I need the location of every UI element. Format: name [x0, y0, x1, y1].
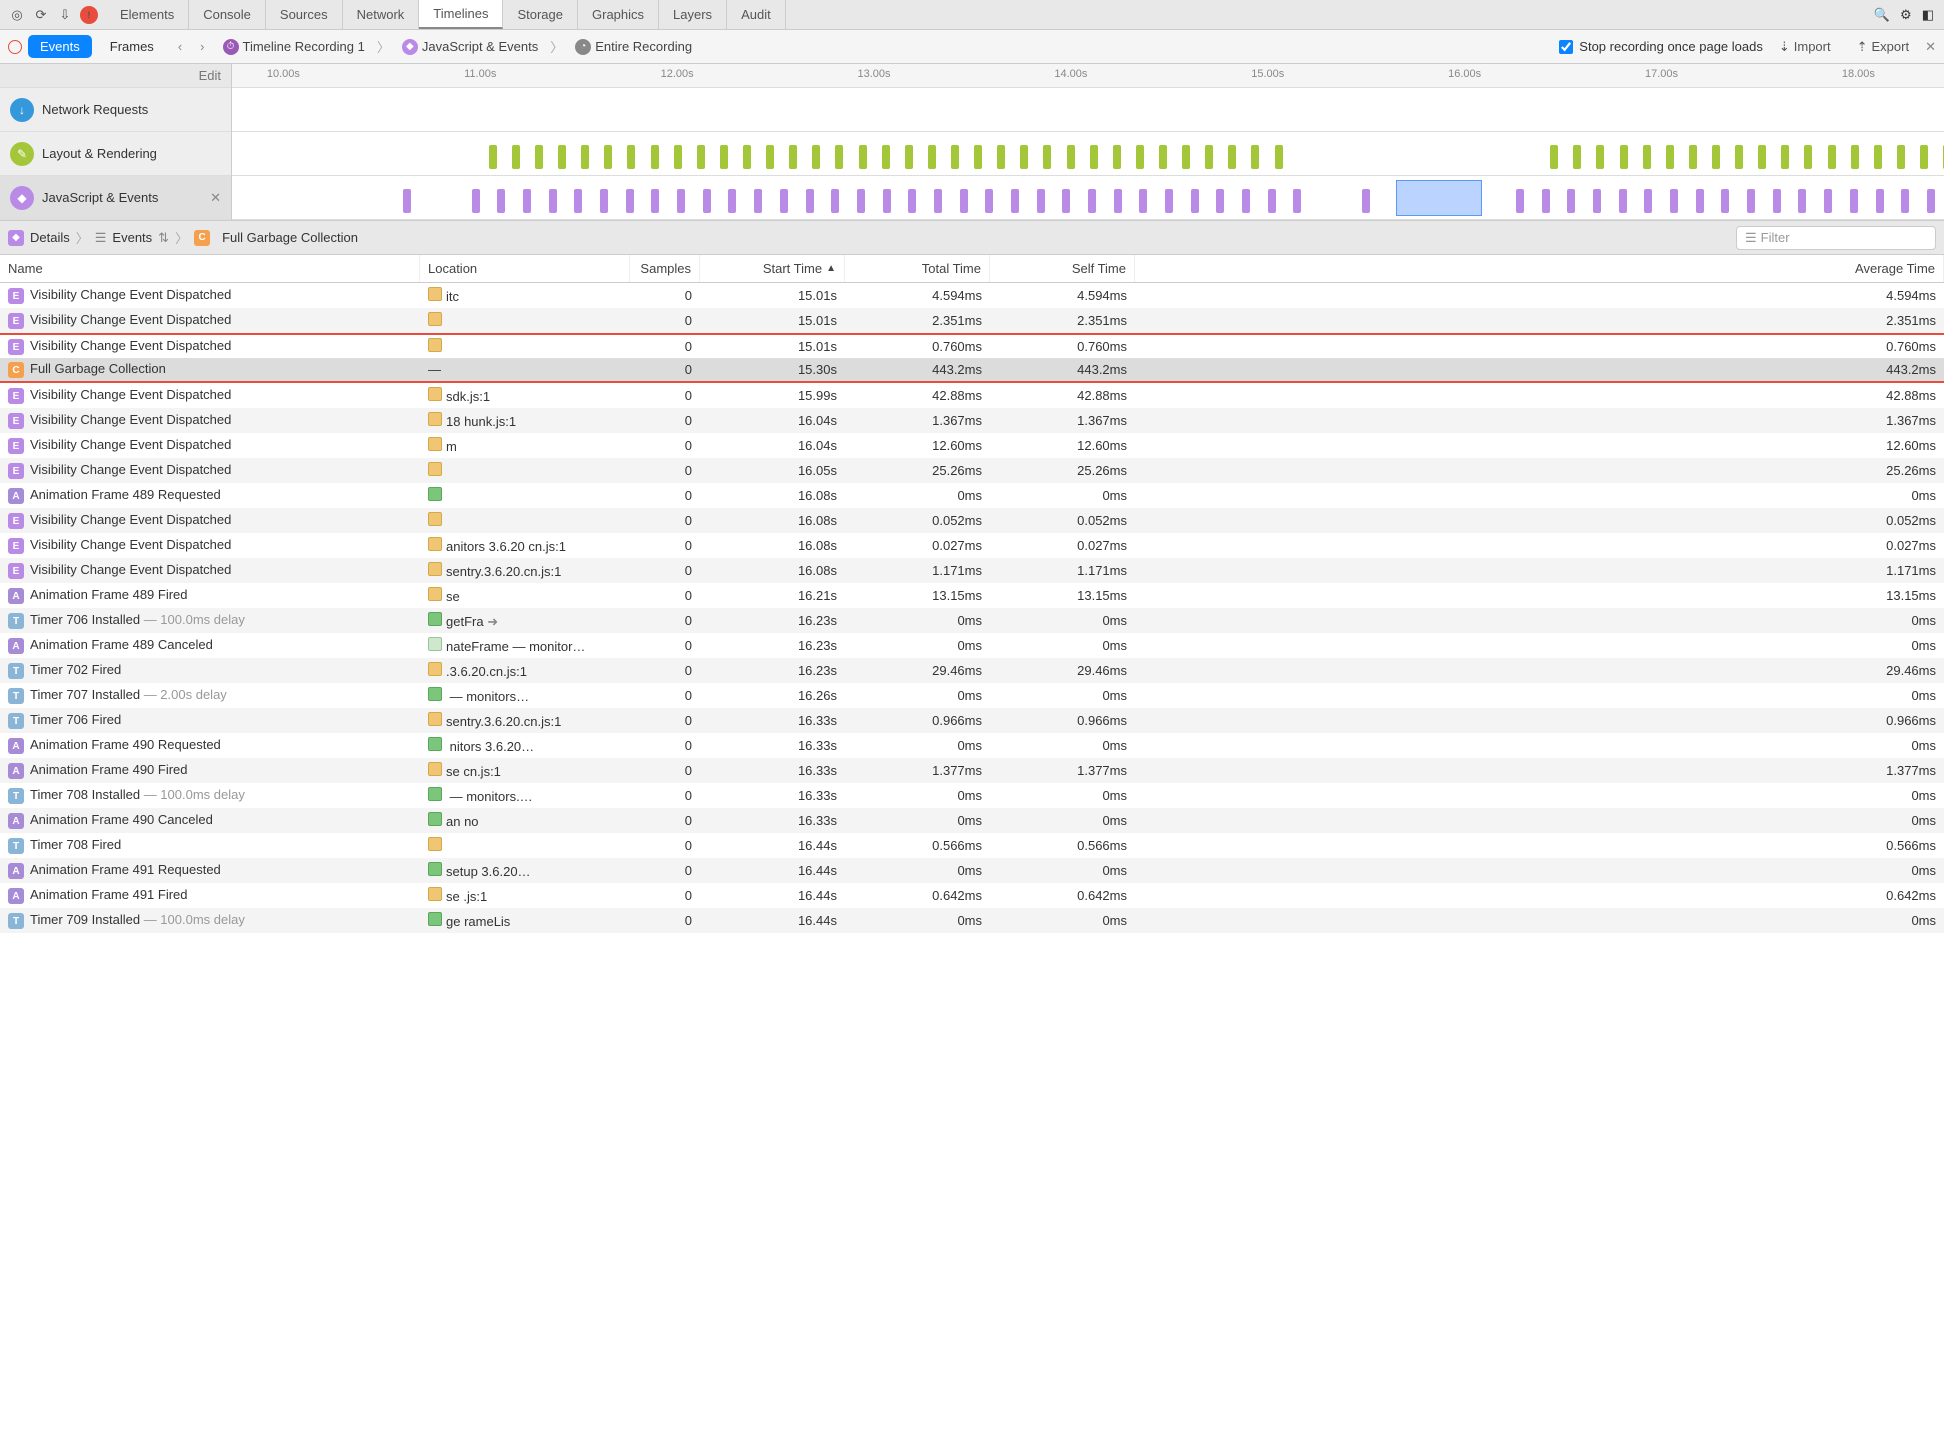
crumb-fgc[interactable]: Full Garbage Collection [222, 230, 358, 245]
table-row[interactable]: AAnimation Frame 489 Requested016.08s0ms… [0, 483, 1944, 508]
table-row[interactable]: EVisibility Change Event Dispatched015.0… [0, 333, 1944, 358]
details-icon: ◆ [8, 230, 24, 246]
tab-audit[interactable]: Audit [727, 0, 786, 29]
table-row[interactable]: EVisibility Change Event Dispatchedm016.… [0, 433, 1944, 458]
time-ruler[interactable]: 10.00s11.00s12.00s13.00s14.00s15.00s16.0… [232, 64, 1944, 88]
table-row[interactable]: EVisibility Change Event Dispatchedsentr… [0, 558, 1944, 583]
tab-timelines[interactable]: Timelines [419, 0, 503, 29]
clock-icon: ◔ [575, 39, 591, 55]
timeline-overview: Edit ↓ Network Requests ✎ Layout & Rende… [0, 64, 1944, 221]
stop-checkbox-input[interactable] [1559, 40, 1573, 54]
reload-icon[interactable]: ⟳ [32, 6, 50, 24]
table-header: Name Location Samples Start Time▲ Total … [0, 255, 1944, 283]
js-icon: ◆ [402, 39, 418, 55]
table-row[interactable]: EVisibility Change Event Dispatched016.0… [0, 508, 1944, 533]
network-canvas[interactable] [232, 88, 1944, 132]
export-button[interactable]: ⇡ Export [1847, 39, 1919, 55]
table-row[interactable]: AAnimation Frame 490 Canceledan no016.33… [0, 808, 1944, 833]
tab-network[interactable]: Network [343, 0, 420, 29]
table-row[interactable]: TTimer 708 Fired016.44s0.566ms0.566ms0.5… [0, 833, 1944, 858]
frames-pill[interactable]: Frames [98, 35, 166, 58]
table-row[interactable]: AAnimation Frame 491 Requestedsetup 3.6.… [0, 858, 1944, 883]
detail-breadcrumb: ◆ Details 〉 ☰ Events ⇅ 〉 C Full Garbage … [0, 221, 1944, 255]
events-table: Name Location Samples Start Time▲ Total … [0, 255, 1944, 1440]
selection-rect[interactable] [1396, 180, 1482, 216]
col-samples[interactable]: Samples [630, 255, 700, 282]
table-row[interactable]: CFull Garbage Collection—015.30s443.2ms4… [0, 358, 1944, 383]
close-panel-icon[interactable]: ✕ [1925, 39, 1936, 55]
table-row[interactable]: EVisibility Change Event Dispatched18 hu… [0, 408, 1944, 433]
col-location[interactable]: Location [420, 255, 630, 282]
record-button[interactable] [8, 40, 22, 54]
events-pill[interactable]: Events [28, 35, 92, 58]
crumb-range[interactable]: ◔ Entire Recording [569, 39, 698, 55]
crumb-events-icon: ☰ [95, 230, 107, 246]
table-row[interactable]: EVisibility Change Event Dispatcheditc01… [0, 283, 1944, 308]
table-row[interactable]: AAnimation Frame 490 Requested nitors 3.… [0, 733, 1944, 758]
inspect-icon[interactable]: ◎ [8, 6, 26, 24]
js-canvas[interactable] [232, 176, 1944, 220]
track-close-icon[interactable]: ✕ [210, 190, 221, 206]
nav-back[interactable]: ‹ [172, 39, 188, 54]
crumb-events[interactable]: Events [112, 230, 152, 245]
col-name[interactable]: Name [0, 255, 420, 282]
timeline-toolbar: Events Frames ‹ › ⏱ Timeline Recording 1… [0, 30, 1944, 64]
tab-storage[interactable]: Storage [503, 0, 578, 29]
col-self[interactable]: Self Time [990, 255, 1135, 282]
table-row[interactable]: EVisibility Change Event Dispatched016.0… [0, 458, 1944, 483]
tab-elements[interactable]: Elements [106, 0, 189, 29]
paint-icon: ✎ [10, 142, 34, 166]
gc-badge-icon: C [194, 230, 210, 246]
table-row[interactable]: EVisibility Change Event Dispatched015.0… [0, 308, 1944, 333]
col-avg[interactable]: Average Time [1135, 255, 1944, 282]
col-total[interactable]: Total Time [845, 255, 990, 282]
error-badge[interactable]: ! [80, 6, 98, 24]
table-row[interactable]: TTimer 706 Firedsentry.3.6.20.cn.js:1016… [0, 708, 1944, 733]
crumb-details[interactable]: Details [30, 230, 70, 245]
crumb-recording[interactable]: ⏱ Timeline Recording 1 [217, 39, 371, 55]
timeline-icon: ⏱ [223, 39, 239, 55]
js-track-icon: ◆ [10, 186, 34, 210]
track-layout[interactable]: ✎ Layout & Rendering [0, 132, 231, 176]
table-row[interactable]: AAnimation Frame 491 Firedse .js:1016.44… [0, 883, 1944, 908]
tab-layers[interactable]: Layers [659, 0, 727, 29]
track-network[interactable]: ↓ Network Requests [0, 88, 231, 132]
table-row[interactable]: TTimer 709 Installed — 100.0ms delayge r… [0, 908, 1944, 933]
filter-icon: ☰ [1745, 230, 1757, 246]
nav-fwd[interactable]: › [194, 39, 210, 54]
table-row[interactable]: TTimer 702 Fired.3.6.20.cn.js:1016.23s29… [0, 658, 1944, 683]
table-row[interactable]: TTimer 706 Installed — 100.0ms delaygetF… [0, 608, 1944, 633]
table-row[interactable]: TTimer 707 Installed — 2.00s delay — mon… [0, 683, 1944, 708]
table-row[interactable]: AAnimation Frame 489 Firedse016.21s13.15… [0, 583, 1944, 608]
filter-input[interactable]: ☰ Filter [1736, 226, 1936, 250]
tab-sources[interactable]: Sources [266, 0, 343, 29]
devtools-tabbar: ◎ ⟳ ⇩ ! Elements Console Sources Network… [0, 0, 1944, 30]
download-icon[interactable]: ⇩ [56, 6, 74, 24]
crumb-js[interactable]: ◆ JavaScript & Events [396, 39, 544, 55]
table-row[interactable]: EVisibility Change Event Dispatchedsdk.j… [0, 383, 1944, 408]
col-start[interactable]: Start Time▲ [700, 255, 845, 282]
dock-icon[interactable]: ◧ [1922, 7, 1934, 23]
import-button[interactable]: ⇣ Import [1769, 39, 1841, 55]
edit-button[interactable]: Edit [199, 68, 221, 83]
stop-recording-checkbox[interactable]: Stop recording once page loads [1559, 39, 1763, 54]
table-row[interactable]: AAnimation Frame 489 CancelednateFrame —… [0, 633, 1944, 658]
search-icon[interactable]: 🔍 [1874, 7, 1890, 23]
network-icon: ↓ [10, 98, 34, 122]
layout-canvas[interactable] [232, 132, 1944, 176]
settings-icon[interactable]: ⚙ [1900, 7, 1912, 23]
table-row[interactable]: TTimer 708 Installed — 100.0ms delay — m… [0, 783, 1944, 808]
tab-graphics[interactable]: Graphics [578, 0, 659, 29]
table-row[interactable]: AAnimation Frame 490 Firedse cn.js:1016.… [0, 758, 1944, 783]
table-row[interactable]: EVisibility Change Event Dispatchedanito… [0, 533, 1944, 558]
tab-console[interactable]: Console [189, 0, 266, 29]
track-js[interactable]: ◆ JavaScript & Events ✕ [0, 176, 231, 220]
